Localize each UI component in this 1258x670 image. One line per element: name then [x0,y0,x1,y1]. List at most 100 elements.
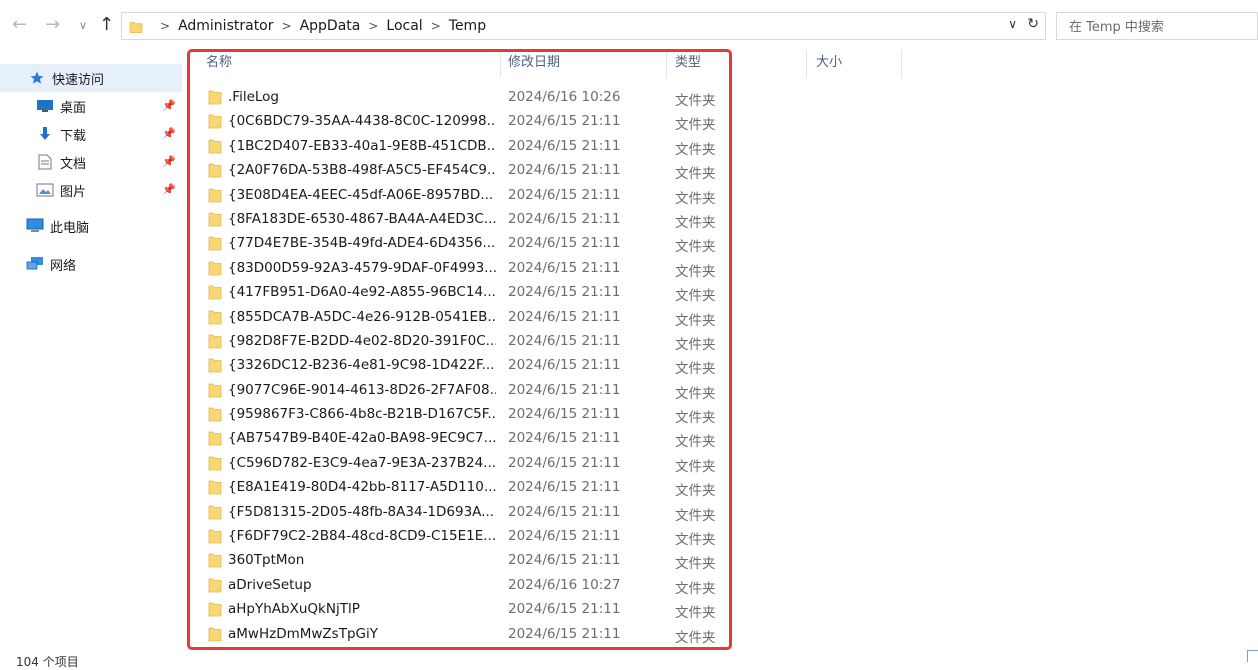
sidebar-item-pictures[interactable]: 图片 📌 [0,176,182,204]
file-name: {0C6BDC79-35AA-4438-8C0C-120998... [228,113,496,130]
breadcrumb-separator-icon[interactable]: > [282,19,292,33]
search-box[interactable] [1056,12,1258,40]
up-arrow-icon[interactable]: ↑ [99,14,114,35]
file-row[interactable]: aHpYhAbXuQkNjTlP 2024/6/15 21:11 文件夹 [194,598,734,622]
file-name: {F5D81315-2D05-48fb-8A34-1D693A... [228,503,495,520]
file-row[interactable]: {959867F3-C866-4b8c-B21B-D167C5F... 2024/… [194,403,734,427]
file-type: 文件夹 [675,532,716,549]
forward-arrow-icon[interactable]: → [45,14,60,35]
file-row[interactable]: {3326DC12-B236-4e81-9C98-1D422F... 2024/6… [194,354,734,378]
sidebar-item-label: 下载 [60,128,87,144]
file-modified: 2024/6/15 21:11 [508,308,621,325]
file-type: 文件夹 [675,239,716,256]
sidebar-item-quick-access[interactable]: 快速访问 [0,64,182,92]
file-row[interactable]: aMwHzDmMwZsTpGiY 2024/6/15 21:11 文件夹 [194,623,734,647]
file-modified: 2024/6/15 21:11 [508,479,621,496]
file-type: 文件夹 [675,410,716,427]
folder-icon [208,577,222,597]
file-row[interactable]: aDriveSetup 2024/6/16 10:27 文件夹 [194,574,734,598]
breadcrumb-item[interactable]: Temp [449,18,486,34]
folder-icon [208,309,222,329]
file-name: {855DCA7B-A5DC-4e26-912B-0541EB... [228,308,496,325]
folder-icon [129,19,143,38]
sidebar-item-documents[interactable]: 文档 📌 [0,148,182,176]
sidebar-item-label: 快速访问 [52,72,105,88]
column-divider[interactable] [806,50,807,78]
breadcrumb-item[interactable]: Administrator [178,18,273,34]
document-icon [36,154,54,170]
file-type: 文件夹 [675,385,716,402]
file-modified: 2024/6/15 21:11 [508,284,621,301]
sidebar-item-label: 此电脑 [50,220,90,236]
column-divider[interactable] [901,50,902,78]
pin-icon[interactable]: 📌 [162,155,176,168]
column-header-size[interactable]: 大小 [816,48,842,78]
file-type: 文件夹 [675,361,716,378]
folder-icon [208,357,222,377]
download-icon [36,126,54,142]
breadcrumb-item[interactable]: Local [386,18,422,34]
file-type: 文件夹 [675,507,716,524]
file-modified: 2024/6/15 21:11 [508,625,621,642]
file-row[interactable]: {0C6BDC79-35AA-4438-8C0C-120998... 2024/6… [194,110,734,134]
search-input[interactable] [1067,14,1251,40]
file-row[interactable]: {982D8F7E-B2DD-4e02-8D20-391F0C... 2024/6… [194,330,734,354]
column-header-type[interactable]: 类型 [675,48,701,78]
file-row[interactable]: {F6DF79C2-2B84-48cd-8CD9-C15E1E... 2024/6… [194,525,734,549]
file-row[interactable]: .FileLog 2024/6/16 10:26 文件夹 [194,86,734,110]
folder-icon [208,504,222,524]
file-row[interactable]: {1BC2D407-EB33-40a1-9E8B-451CDB... 2024/6… [194,135,734,159]
column-header-name[interactable]: 名称 [206,48,232,78]
file-name: {F6DF79C2-2B84-48cd-8CD9-C15E1E... [228,528,496,545]
file-row[interactable]: {E8A1E419-80D4-42bb-8117-A5D110... 2024/6… [194,476,734,500]
file-row[interactable]: 360TptMon 2024/6/15 21:11 文件夹 [194,549,734,573]
folder-icon [208,162,222,182]
file-row[interactable]: {83D00D59-92A3-4579-9DAF-0F4993... 2024/6… [194,257,734,281]
file-type: 文件夹 [675,556,716,573]
column-header-modified[interactable]: 修改日期 [508,48,560,78]
file-name: aDriveSetup [228,576,312,593]
file-type: 文件夹 [675,263,716,280]
file-row[interactable]: {C596D782-E3C9-4ea7-9E3A-237B24... 2024/6… [194,452,734,476]
file-row[interactable]: {77D4E7BE-354B-49fd-ADE4-6D4356... 2024/6… [194,232,734,256]
pin-icon[interactable]: 📌 [162,183,176,196]
recent-locations-chevron-icon[interactable]: ∨ [79,19,87,32]
folder-icon [208,601,222,621]
file-type: 文件夹 [675,141,716,158]
desktop-icon [36,98,54,114]
folder-icon [208,113,222,133]
file-row[interactable]: {3E08D4EA-4EEC-45df-A06E-8957BD... 2024/6… [194,184,734,208]
file-row[interactable]: {855DCA7B-A5DC-4e26-912B-0541EB... 2024/6… [194,306,734,330]
file-row[interactable]: {AB7547B9-B40E-42a0-BA98-9EC9C7... 2024/6… [194,427,734,451]
sidebar-item-desktop[interactable]: 桌面 📌 [0,92,182,120]
sidebar-item-network[interactable]: 网络 [0,250,182,278]
navigation-pane: 快速访问 桌面 📌 下载 📌 文档 📌 图片 📌 此电脑 网络 [0,64,182,278]
file-type: 文件夹 [675,166,716,183]
file-row[interactable]: {F5D81315-2D05-48fb-8A34-1D693A... 2024/6… [194,501,734,525]
file-row[interactable]: {2A0F76DA-53B8-498f-A5C5-EF454C9... 2024/… [194,159,734,183]
folder-icon [208,406,222,426]
column-divider[interactable] [666,50,667,78]
column-divider[interactable] [500,50,501,78]
file-name: {417FB951-D6A0-4e92-A855-96BC14... [228,284,496,301]
file-type: 文件夹 [675,483,716,500]
address-bar[interactable]: > Administrator > AppData > Local > Temp… [121,12,1046,40]
pin-icon[interactable]: 📌 [162,127,176,140]
file-row[interactable]: {417FB951-D6A0-4e92-A855-96BC14... 2024/6… [194,281,734,305]
breadcrumb-separator-icon[interactable]: > [368,19,378,33]
file-name: {8FA183DE-6530-4867-BA4A-A4ED3C... [228,210,496,227]
back-arrow-icon[interactable]: ← [12,14,27,35]
sidebar-item-this-pc[interactable]: 此电脑 [0,212,182,240]
sidebar-item-downloads[interactable]: 下载 📌 [0,120,182,148]
breadcrumb-separator-icon[interactable]: > [431,19,441,33]
refresh-icon[interactable]: ↻ [1027,16,1039,32]
file-row[interactable]: {9077C96E-9014-4613-8D26-2F7AF08... 2024/… [194,379,734,403]
file-row[interactable]: {8FA183DE-6530-4867-BA4A-A4ED3C... 2024/6… [194,208,734,232]
folder-icon [208,430,222,450]
pin-icon[interactable]: 📌 [162,99,176,112]
chevron-down-icon[interactable]: ∨ [1008,17,1017,31]
file-name: {9077C96E-9014-4613-8D26-2F7AF08... [228,381,496,398]
file-name: {C596D782-E3C9-4ea7-9E3A-237B24... [228,454,496,471]
breadcrumb-item[interactable]: AppData [300,18,361,34]
